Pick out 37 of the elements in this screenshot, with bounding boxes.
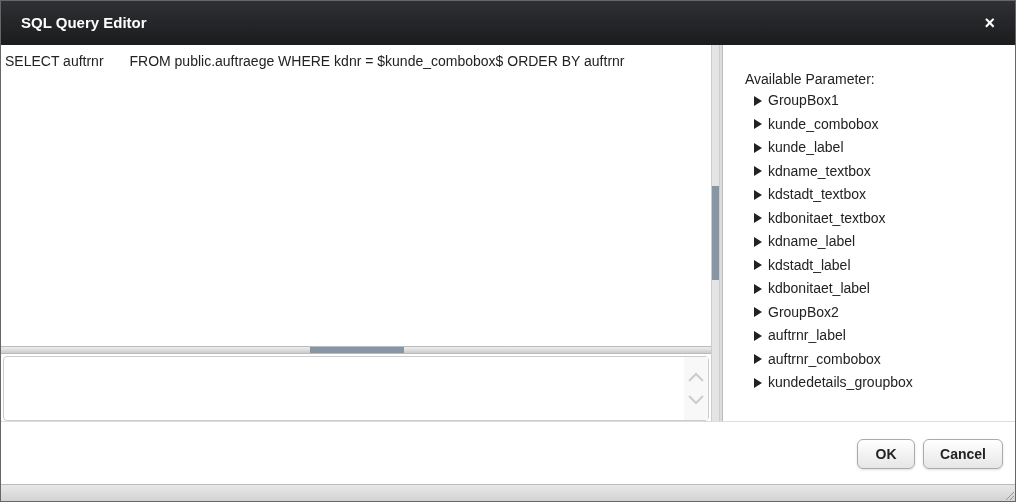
query-editor[interactable]: SELECT auftrnr FROM public.auftraege WHERE kdnr = $kunde_combobox$ ORDER BY auftrnr: [1, 45, 711, 346]
expander-icon[interactable]: [753, 260, 763, 271]
tree-item[interactable]: kunde_label: [745, 136, 1015, 160]
tree-item[interactable]: kdbonitaet_label: [745, 277, 1015, 301]
scrollbar-thumb[interactable]: [712, 186, 719, 280]
close-button[interactable]: ×: [984, 14, 995, 32]
expander-icon[interactable]: [753, 142, 763, 153]
tree-item[interactable]: kdname_label: [745, 230, 1015, 254]
expander-icon[interactable]: [753, 213, 763, 224]
expander-icon[interactable]: [753, 189, 763, 200]
tree-item[interactable]: kdstadt_textbox: [745, 183, 1015, 207]
tree-item[interactable]: GroupBox1: [745, 89, 1015, 113]
tree-item[interactable]: kundedetails_groupbox: [745, 371, 1015, 395]
tree-item[interactable]: kunde_combobox: [745, 112, 1015, 136]
expander-icon[interactable]: [753, 236, 763, 247]
vertical-scrollbar[interactable]: [711, 45, 720, 421]
expander-icon[interactable]: [753, 330, 763, 341]
expander-icon[interactable]: [753, 166, 763, 177]
expander-icon[interactable]: [753, 95, 763, 106]
expander-icon[interactable]: [753, 354, 763, 365]
horizontal-scrollbar[interactable]: [1, 346, 711, 354]
tree-item[interactable]: auftrnr_combobox: [745, 347, 1015, 371]
tree-item[interactable]: kdbonitaet_textbox: [745, 206, 1015, 230]
expander-icon[interactable]: [753, 119, 763, 130]
tree-item[interactable]: kdstadt_label: [745, 253, 1015, 277]
expander-icon[interactable]: [753, 377, 763, 388]
resize-grip-icon[interactable]: [1003, 489, 1015, 501]
window-title: SQL Query Editor: [21, 12, 147, 33]
tree-item[interactable]: kdname_textbox: [745, 159, 1015, 183]
parameters-heading: Available Parameter:: [745, 70, 876, 89]
expander-icon[interactable]: [753, 283, 763, 294]
expander-icon[interactable]: [753, 307, 763, 318]
cancel-button[interactable]: Cancel: [923, 439, 1003, 469]
ok-button[interactable]: OK: [857, 439, 915, 469]
tree-item[interactable]: auftrnr_label: [745, 324, 1015, 348]
tree-item[interactable]: GroupBox2: [745, 300, 1015, 324]
scrollbar-thumb[interactable]: [310, 347, 404, 353]
